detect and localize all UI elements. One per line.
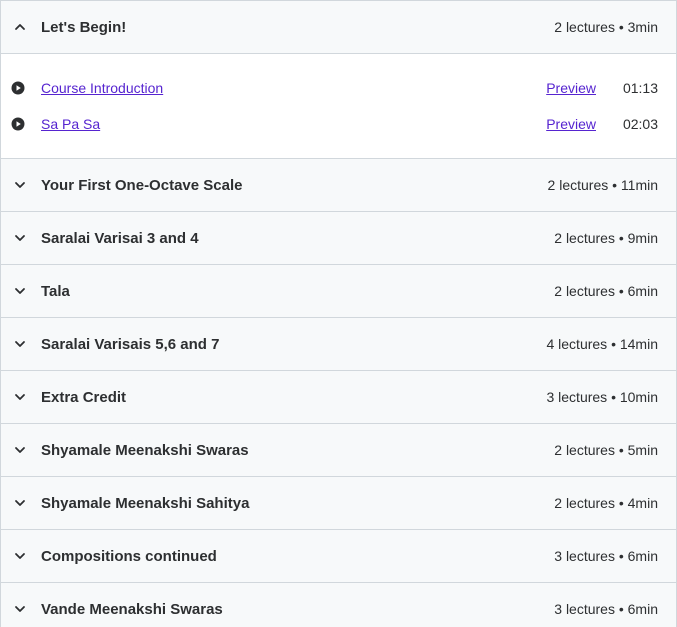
section-title: Saralai Varisai 3 and 4 xyxy=(41,229,199,247)
curriculum-section: Saralai Varisais 5,6 and 7 4 lectures • … xyxy=(1,317,676,370)
section-title: Vande Meenakshi Swaras xyxy=(41,600,223,618)
section-header[interactable]: Tala 2 lectures • 6min xyxy=(1,265,676,317)
preview-link[interactable]: Preview xyxy=(546,116,596,132)
chevron-down-icon[interactable] xyxy=(13,284,27,298)
course-curriculum: Let's Begin! 2 lectures • 3min Course In… xyxy=(0,0,677,627)
section-header[interactable]: Vande Meenakshi Swaras 3 lectures • 6min xyxy=(1,583,676,627)
lecture-duration: 02:03 xyxy=(622,116,658,132)
section-meta: 3 lectures • 6min xyxy=(554,548,658,564)
section-title: Extra Credit xyxy=(41,388,127,406)
chevron-down-icon[interactable] xyxy=(13,549,27,563)
chevron-down-icon[interactable] xyxy=(13,337,27,351)
curriculum-section: Shyamale Meenakshi Swaras 2 lectures • 5… xyxy=(1,423,676,476)
curriculum-section: Let's Begin! 2 lectures • 3min Course In… xyxy=(1,0,676,158)
chevron-up-icon[interactable] xyxy=(13,20,27,34)
play-circle-icon xyxy=(11,81,25,95)
section-header[interactable]: Your First One-Octave Scale 2 lectures •… xyxy=(1,159,676,211)
section-header[interactable]: Saralai Varisais 5,6 and 7 4 lectures • … xyxy=(1,318,676,370)
chevron-down-icon[interactable] xyxy=(13,390,27,404)
section-meta: 2 lectures • 6min xyxy=(554,283,658,299)
curriculum-section: Your First One-Octave Scale 2 lectures •… xyxy=(1,158,676,211)
lecture-list: Course Introduction Preview 01:13 Sa Pa … xyxy=(1,53,676,158)
section-meta: 4 lectures • 14min xyxy=(546,336,658,352)
section-title: Compositions continued xyxy=(41,547,217,565)
section-meta: 2 lectures • 11min xyxy=(547,177,658,193)
section-title: Shyamale Meenakshi Swaras xyxy=(41,441,249,459)
curriculum-section: Compositions continued 3 lectures • 6min xyxy=(1,529,676,582)
chevron-down-icon[interactable] xyxy=(13,178,27,192)
section-title: Let's Begin! xyxy=(41,18,127,36)
section-header[interactable]: Extra Credit 3 lectures • 10min xyxy=(1,371,676,423)
section-meta: 2 lectures • 9min xyxy=(554,230,658,246)
section-header[interactable]: Shyamale Meenakshi Sahitya 2 lectures • … xyxy=(1,477,676,529)
section-title: Saralai Varisais 5,6 and 7 xyxy=(41,335,220,353)
section-meta: 3 lectures • 10min xyxy=(546,389,658,405)
play-circle-icon xyxy=(11,117,25,131)
section-title: Your First One-Octave Scale xyxy=(41,176,243,194)
chevron-down-icon[interactable] xyxy=(13,602,27,616)
section-header[interactable]: Saralai Varisai 3 and 4 2 lectures • 9mi… xyxy=(1,212,676,264)
curriculum-section: Vande Meenakshi Swaras 3 lectures • 6min xyxy=(1,582,676,627)
lecture-title-link[interactable]: Course Introduction xyxy=(41,80,546,96)
section-header-lets-begin[interactable]: Let's Begin! 2 lectures • 3min xyxy=(1,1,676,53)
section-title: Shyamale Meenakshi Sahitya xyxy=(41,494,250,512)
section-title: Tala xyxy=(41,282,70,300)
section-meta: 2 lectures • 3min xyxy=(554,19,658,35)
curriculum-section: Saralai Varisai 3 and 4 2 lectures • 9mi… xyxy=(1,211,676,264)
section-header[interactable]: Compositions continued 3 lectures • 6min xyxy=(1,530,676,582)
section-meta: 3 lectures • 6min xyxy=(554,601,658,617)
curriculum-section: Shyamale Meenakshi Sahitya 2 lectures • … xyxy=(1,476,676,529)
preview-link[interactable]: Preview xyxy=(546,80,596,96)
chevron-down-icon[interactable] xyxy=(13,231,27,245)
section-meta: 2 lectures • 4min xyxy=(554,495,658,511)
section-header[interactable]: Shyamale Meenakshi Swaras 2 lectures • 5… xyxy=(1,424,676,476)
section-meta: 2 lectures • 5min xyxy=(554,442,658,458)
chevron-down-icon[interactable] xyxy=(13,443,27,457)
curriculum-section: Extra Credit 3 lectures • 10min xyxy=(1,370,676,423)
lecture-item: Course Introduction Preview 01:13 xyxy=(11,70,658,106)
chevron-down-icon[interactable] xyxy=(13,496,27,510)
lecture-duration: 01:13 xyxy=(622,80,658,96)
lecture-item: Sa Pa Sa Preview 02:03 xyxy=(11,106,658,142)
curriculum-section: Tala 2 lectures • 6min xyxy=(1,264,676,317)
lecture-title-link[interactable]: Sa Pa Sa xyxy=(41,116,546,132)
